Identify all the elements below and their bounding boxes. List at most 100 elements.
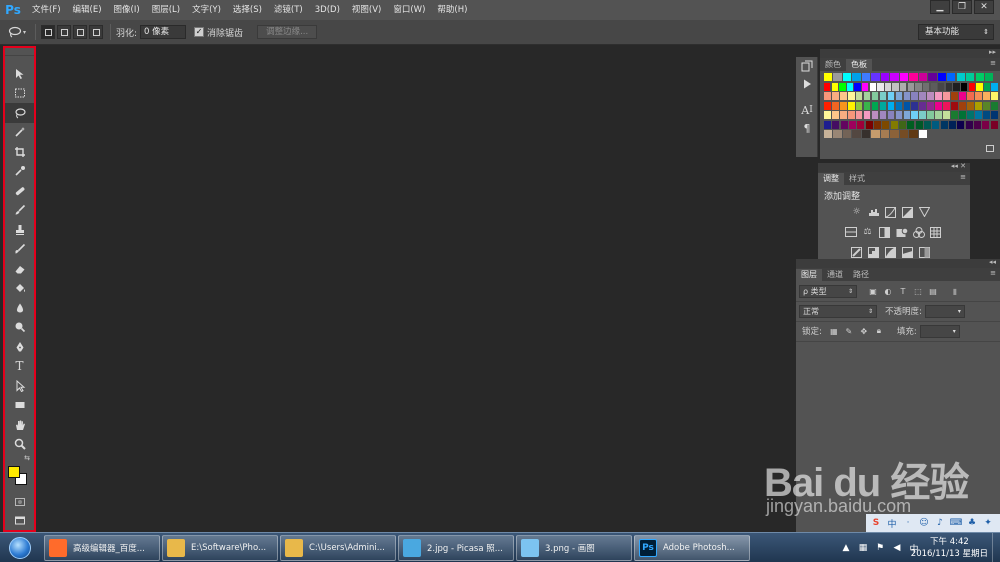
color-swatch[interactable] (991, 111, 998, 120)
color-swatch[interactable] (935, 111, 942, 120)
new-selection-button[interactable] (41, 25, 55, 39)
color-swatch[interactable] (839, 111, 847, 120)
opacity-input[interactable]: ▾ (924, 304, 965, 318)
panel-collapse-bar[interactable]: ◂◂ ✕ (818, 162, 970, 172)
color-swatch[interactable] (973, 120, 981, 129)
filter-type-icon[interactable]: T (897, 285, 909, 297)
posterize-icon[interactable] (867, 246, 880, 258)
color-swatch[interactable] (899, 73, 909, 82)
intersect-selection-button[interactable] (89, 25, 103, 39)
ime-emoji-icon[interactable]: ☺ (918, 517, 930, 529)
color-swatch[interactable] (911, 111, 919, 120)
color-swatch[interactable] (983, 92, 990, 101)
menu-layer[interactable]: 图层(L) (146, 0, 186, 20)
taskbar-item[interactable]: E:\Software\Pho... (162, 535, 278, 561)
color-swatch[interactable] (871, 73, 880, 82)
photo-filter-icon[interactable] (895, 226, 908, 238)
color-swatch[interactable] (983, 101, 990, 110)
color-swatch[interactable] (833, 73, 842, 82)
color-swatch[interactable] (951, 92, 958, 101)
color-balance-icon[interactable]: ⚖ (861, 226, 874, 238)
color-swatch[interactable] (985, 73, 994, 82)
tab-color[interactable]: 颜色 (820, 59, 846, 71)
color-swatch[interactable] (852, 73, 861, 82)
exposure-icon[interactable] (901, 206, 914, 218)
feather-input[interactable]: 0 像素 (140, 25, 187, 39)
tab-layers[interactable]: 图层 (796, 269, 822, 281)
taskbar-item[interactable]: 2.jpg - Picasa 照... (398, 535, 514, 561)
antialias-checkbox[interactable]: ✓ 消除锯齿 (194, 26, 243, 39)
color-swatch[interactable] (847, 101, 855, 110)
color-swatch[interactable] (824, 101, 831, 110)
panel-collapse-bar[interactable]: ▸▸ (820, 48, 1000, 58)
collapse-arrows-icon[interactable]: ◂◂ ✕ (951, 162, 966, 170)
color-swatch[interactable] (847, 111, 855, 120)
color-swatch[interactable] (923, 120, 931, 129)
color-swatch[interactable] (968, 82, 975, 91)
color-swatch[interactable] (842, 130, 852, 139)
ime-logo-icon[interactable]: S (870, 517, 882, 529)
tab-channels[interactable]: 通道 (822, 269, 848, 281)
panel-collapse-bar[interactable]: ◂◂ (796, 258, 1000, 268)
color-swatch[interactable] (890, 130, 899, 139)
gradient-map-icon[interactable] (901, 246, 914, 258)
hue-sat-icon[interactable] (844, 226, 857, 238)
color-swatch[interactable] (839, 92, 847, 101)
menu-image[interactable]: 图像(I) (108, 0, 146, 20)
panel-menu-icon[interactable]: ≡ (990, 269, 996, 277)
filter-adjustment-icon[interactable]: ◐ (882, 285, 894, 297)
ime-keyboard-icon[interactable]: ⌨ (950, 517, 963, 529)
tab-adjustments[interactable]: 调整 (818, 173, 844, 185)
color-swatch[interactable] (919, 101, 927, 110)
color-swatch[interactable] (975, 101, 982, 110)
color-swatch[interactable] (982, 120, 990, 129)
foreground-color-swatch[interactable] (8, 466, 20, 478)
color-swatch[interactable] (907, 82, 915, 91)
color-swatch[interactable] (943, 111, 950, 120)
color-swatch[interactable] (960, 82, 968, 91)
color-swatch[interactable] (847, 92, 855, 101)
color-swatch[interactable] (824, 130, 833, 139)
ime-skin-icon[interactable]: ♣ (966, 517, 978, 529)
color-swatch[interactable] (900, 82, 907, 91)
menu-select[interactable]: 选择(S) (227, 0, 268, 20)
photoshop-logo[interactable]: Ps (0, 0, 26, 20)
brush-tool-icon[interactable] (5, 201, 34, 221)
color-swatch[interactable] (927, 101, 935, 110)
network-icon[interactable]: ▦ (857, 542, 869, 554)
color-swatch[interactable] (918, 130, 928, 139)
color-swatch[interactable] (871, 130, 880, 139)
menu-help[interactable]: 帮助(H) (431, 0, 473, 20)
color-swatch[interactable] (833, 130, 842, 139)
menu-3d[interactable]: 3D(D) (309, 0, 346, 20)
brightness-icon[interactable]: ☼ (850, 206, 863, 218)
color-swatch[interactable] (879, 92, 887, 101)
color-swatch[interactable] (975, 73, 984, 82)
color-swatch[interactable] (831, 92, 839, 101)
menu-view[interactable]: 视图(V) (346, 0, 387, 20)
blur-tool-icon[interactable] (5, 298, 34, 318)
ime-punct-icon[interactable]: · (902, 517, 914, 529)
color-swatch[interactable] (951, 111, 958, 120)
tab-swatches[interactable]: 色板 (846, 59, 872, 71)
color-swatch[interactable] (991, 92, 998, 101)
color-swatch[interactable] (957, 120, 965, 129)
color-swatch[interactable] (928, 73, 937, 82)
color-swatch[interactable] (966, 73, 975, 82)
panel-grip[interactable] (5, 48, 34, 56)
color-swatch[interactable] (871, 92, 879, 101)
collapse-arrows-icon[interactable]: ◂◂ (989, 258, 996, 266)
color-swatch[interactable] (927, 92, 935, 101)
color-swatch[interactable] (854, 82, 861, 91)
layer-filter-select[interactable]: ρ 类型 ⇕ (799, 284, 857, 298)
color-swatch[interactable] (892, 82, 899, 91)
lock-all-icon[interactable]: 🔒︎ (873, 325, 885, 337)
eraser-tool-icon[interactable] (5, 259, 34, 279)
color-swatch[interactable] (943, 101, 950, 110)
color-swatch[interactable] (879, 101, 887, 110)
color-swatch[interactable] (848, 120, 857, 129)
color-swatch[interactable] (903, 92, 911, 101)
color-swatch[interactable] (945, 82, 953, 91)
vibrance-icon[interactable] (918, 206, 931, 218)
move-tool-icon[interactable] (5, 64, 34, 84)
